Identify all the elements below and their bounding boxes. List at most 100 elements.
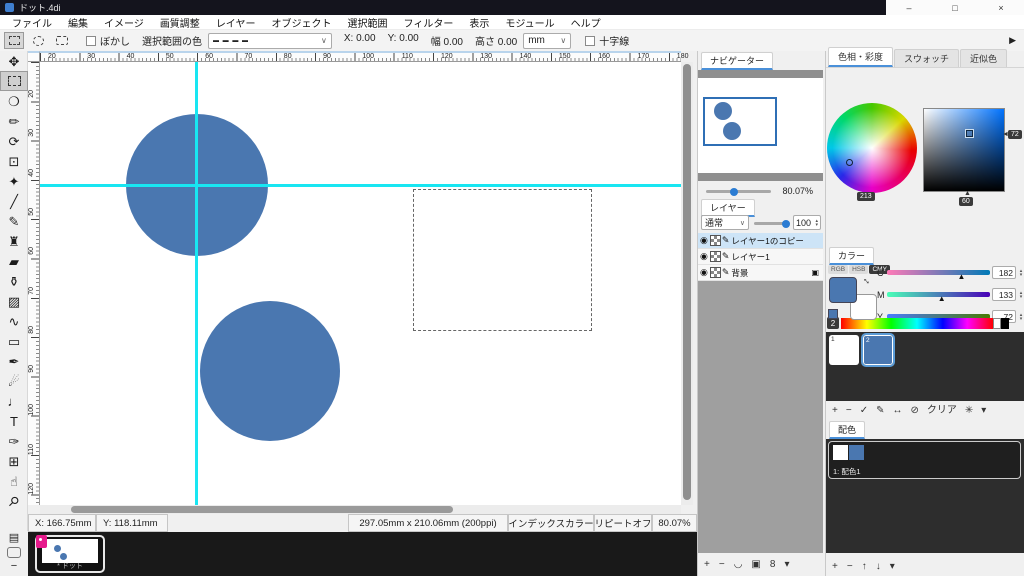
spectrum-white-cell[interactable]: [993, 318, 1001, 329]
spectrum-black-cell[interactable]: [1001, 318, 1009, 329]
film-panel-icon[interactable]: ▤: [9, 532, 19, 545]
unit-dropdown[interactable]: mm ∨: [523, 33, 571, 49]
menu-item[interactable]: レイヤー: [208, 15, 264, 30]
swatch-menu-icon[interactable]: ▾: [981, 406, 986, 416]
horizontal-scrollbar-thumb[interactable]: [71, 506, 453, 513]
clear-button[interactable]: クリア: [927, 406, 957, 416]
slider-spinner[interactable]: ▴▾: [1017, 310, 1024, 323]
mini-color-swatch[interactable]: [828, 309, 838, 319]
repeat-mode-button[interactable]: リピートオフ: [594, 514, 652, 532]
tab-色相・彩度[interactable]: 色相・彩度: [828, 47, 893, 67]
special-swatch-icon[interactable]: ✳: [965, 406, 973, 416]
vertical-scrollbar-thumb[interactable]: [683, 64, 691, 500]
slider-spinner[interactable]: ▴▾: [1017, 266, 1024, 279]
navigator-zoom-knob[interactable]: [730, 188, 738, 196]
text-tool[interactable]: T: [0, 411, 28, 431]
crop-tool[interactable]: ⊡: [0, 151, 28, 171]
stamp-select-tool[interactable]: ✦: [0, 171, 28, 191]
layer-row[interactable]: ◉✎背景▣: [698, 265, 823, 281]
spin-down-icon[interactable]: ▾: [1020, 273, 1023, 277]
stamp-tool[interactable]: ♜: [0, 231, 28, 251]
options-overflow-arrow-icon[interactable]: ▶: [1009, 35, 1016, 46]
spinner-arrows-icon[interactable]: ▴▾: [815, 219, 818, 227]
menu-item[interactable]: 画質調整: [152, 15, 208, 30]
hue-wheel-marker[interactable]: [846, 159, 853, 166]
wave-tool[interactable]: ∿: [0, 311, 28, 331]
ellipse-selection-shape-button[interactable]: [28, 32, 48, 49]
move-up-icon[interactable]: ↑: [862, 562, 867, 572]
shape-rect-tool[interactable]: ▭: [0, 331, 28, 351]
selection-marquee[interactable]: [413, 189, 592, 331]
remove-swatch-icon[interactable]: −: [846, 406, 852, 416]
color-slider-track[interactable]: [887, 270, 990, 275]
menu-item[interactable]: イメージ: [96, 15, 152, 30]
crosshair-checkbox[interactable]: [585, 36, 595, 46]
move-tool[interactable]: ✥: [0, 51, 28, 71]
rounded-selection-shape-button[interactable]: [52, 32, 72, 49]
visibility-icon[interactable]: ◉: [700, 267, 708, 278]
sb-marker[interactable]: [966, 130, 973, 137]
saturation-brightness-square[interactable]: [923, 108, 1005, 192]
tab-navigator[interactable]: ナビゲーター: [701, 52, 773, 70]
move-down-icon[interactable]: ↓: [876, 562, 881, 572]
tab-scheme[interactable]: 配色: [829, 421, 865, 439]
blend-mode-dropdown[interactable]: 通常 ∨: [701, 215, 749, 230]
maximize-icon[interactable]: □: [932, 0, 978, 15]
menu-item[interactable]: 選択範囲: [340, 15, 396, 30]
tab-スウォッチ[interactable]: スウォッチ: [894, 49, 959, 67]
spin-down-icon[interactable]: ▾: [1020, 317, 1023, 321]
visibility-icon[interactable]: ◉: [700, 251, 708, 262]
scheme-item[interactable]: 1: 配色1: [828, 441, 1021, 479]
slider-marker-icon[interactable]: ▲: [938, 295, 946, 303]
opacity-spinner[interactable]: 100 ▴▾: [793, 215, 821, 230]
color-mode-button[interactable]: インデックスカラー: [508, 514, 594, 532]
layer-row[interactable]: ◉✎レイヤー1のコピー: [698, 233, 823, 249]
vertical-scrollbar[interactable]: [681, 62, 693, 505]
ink-pen-tool[interactable]: ✒: [0, 351, 28, 371]
spin-down-icon[interactable]: ▾: [1020, 295, 1023, 299]
opacity-knob[interactable]: [782, 220, 790, 228]
brush-tool[interactable]: ✎: [0, 211, 28, 231]
lasso-tool[interactable]: ❍: [0, 91, 28, 111]
menu-item[interactable]: モジュール: [497, 15, 562, 30]
horizontal-scrollbar[interactable]: [40, 505, 681, 514]
gradient-tool[interactable]: ▨: [0, 291, 28, 311]
visibility-icon[interactable]: ◉: [700, 235, 708, 246]
menu-item[interactable]: 表示: [461, 15, 497, 30]
palette-swatch[interactable]: 1: [829, 335, 859, 365]
navigator-preview[interactable]: [698, 70, 823, 181]
ellipse-option-icon[interactable]: [7, 547, 21, 558]
rect-select-tool[interactable]: [0, 71, 28, 91]
layer-row[interactable]: ◉✎レイヤー1: [698, 249, 823, 265]
navigator-view-rectangle[interactable]: [703, 97, 777, 146]
edit-swatch-icon[interactable]: ✎: [876, 406, 884, 416]
tab-color[interactable]: カラー: [829, 247, 874, 265]
disable-swatch-icon[interactable]: ⊘: [910, 406, 918, 416]
slider-spinner[interactable]: ▴▾: [1017, 288, 1024, 301]
add-layer-icon[interactable]: +: [704, 560, 710, 570]
zoom-tool[interactable]: ⚲: [0, 491, 28, 511]
brush2-tool[interactable]: ☄: [0, 371, 28, 391]
menu-item[interactable]: ファイル: [4, 15, 60, 30]
eyedropper-tool[interactable]: ╱: [0, 191, 28, 211]
delete-layer-icon[interactable]: −: [719, 560, 725, 570]
lock-layer-icon[interactable]: ▣: [751, 560, 760, 570]
pen-nib-tool[interactable]: ✑: [0, 431, 28, 451]
canvas[interactable]: [40, 62, 681, 505]
close-icon[interactable]: ×: [978, 0, 1024, 15]
minimize-icon[interactable]: –: [886, 0, 932, 15]
link-layer-icon[interactable]: 8: [770, 560, 776, 570]
primary-color-swatch[interactable]: [829, 277, 857, 303]
scheme-menu-icon[interactable]: ▾: [890, 562, 895, 572]
add-scheme-icon[interactable]: +: [832, 562, 838, 572]
swap-swatch-icon[interactable]: ↔: [892, 406, 902, 416]
fill-tool[interactable]: ⚱: [0, 271, 28, 291]
hand-tool[interactable]: ☝: [0, 471, 28, 491]
collapse-icon[interactable]: −: [11, 560, 17, 573]
add-swatch-icon[interactable]: +: [832, 406, 838, 416]
palette-swatch[interactable]: 2: [863, 335, 893, 365]
select-pen-tool[interactable]: ✏: [0, 111, 28, 131]
apply-swatch-icon[interactable]: ✓: [860, 406, 868, 416]
eraser-tool[interactable]: ▰: [0, 251, 28, 271]
blur-checkbox[interactable]: [86, 36, 96, 46]
